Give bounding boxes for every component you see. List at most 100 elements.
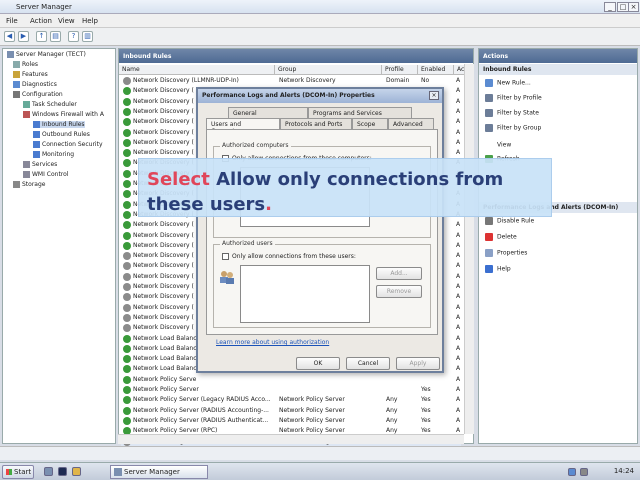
tree-label: Windows Firewall with A [32, 111, 104, 118]
action-properties[interactable]: Properties [485, 249, 527, 257]
action-filter-group[interactable]: Filter by Group [485, 124, 541, 132]
action-label: Disable Rule [497, 217, 535, 225]
show-hide-tree-icon[interactable]: ▤ [50, 31, 61, 42]
actions-section-inbound[interactable]: Inbound Rules [479, 64, 637, 75]
action-disable-rule[interactable]: Disable Rule [485, 217, 534, 225]
tree-label: Services [32, 161, 58, 168]
add-button[interactable]: Add... [376, 267, 422, 280]
forward-icon[interactable]: ▶ [18, 31, 29, 42]
tab-scope[interactable]: Scope [352, 118, 388, 129]
action-help[interactable]: Help [485, 265, 511, 273]
rule-enabled-icon [123, 241, 131, 250]
rule-profile: Domain [386, 77, 410, 84]
rule-name: Network Discovery ( [133, 241, 194, 249]
volume-tray-icon[interactable] [580, 468, 588, 476]
rule-name: Network Discovery ( [133, 303, 194, 311]
tree-item-services[interactable]: Services [23, 161, 57, 168]
tree-item-connection-security[interactable]: Connection Security [33, 141, 103, 148]
ok-button[interactable]: OK [296, 357, 340, 370]
column-name[interactable]: Name [119, 65, 275, 75]
action-filter-state[interactable]: Filter by State [485, 109, 539, 117]
tab-programs-services[interactable]: Programs and Services [308, 107, 412, 118]
remove-button[interactable]: Remove [376, 285, 422, 298]
tree-item-diagnostics[interactable]: Diagnostics [13, 81, 57, 88]
window-title: Server Manager [16, 3, 72, 11]
rule-enabled: Yes [421, 416, 431, 424]
rule-enabled-icon [123, 159, 131, 168]
table-row[interactable]: Network Policy Server Yes A [121, 385, 461, 395]
explorer-icon[interactable] [72, 467, 81, 476]
tree-root[interactable]: Server Manager (TECT) [7, 51, 86, 58]
menu-file[interactable]: File [6, 17, 18, 25]
up-icon[interactable]: ↑ [36, 31, 47, 42]
action-view[interactable]: View [485, 141, 511, 149]
table-row[interactable]: Network Policy Server (RADIUS Accounting… [121, 406, 461, 416]
storage-icon [13, 181, 20, 188]
rule-action: A [456, 87, 461, 95]
authorized-computers-label: Authorized computers [220, 142, 291, 149]
rule-enabled-icon [123, 406, 131, 415]
tree-label: Connection Security [42, 141, 103, 148]
tree-item-firewall[interactable]: Windows Firewall with A [23, 111, 104, 118]
server-manager-icon [114, 468, 122, 476]
dialog-close-button[interactable]: × [429, 91, 439, 100]
help-icon[interactable]: ? [68, 31, 79, 42]
users-checkbox[interactable] [222, 253, 229, 260]
rule-action: A [456, 107, 461, 115]
rule-disabled-icon [123, 262, 131, 271]
rule-name: Network Discovery ( [133, 283, 194, 290]
back-icon[interactable]: ◀ [4, 31, 15, 42]
action-delete[interactable]: Delete [485, 233, 517, 241]
learn-more-link[interactable]: Learn more about using authorization [216, 339, 329, 346]
close-button[interactable]: × [628, 2, 639, 12]
column-enabled[interactable]: Enabled [418, 65, 454, 75]
rule-name: Network Load Balanc [133, 344, 197, 352]
minimize-button[interactable]: _ [604, 2, 616, 12]
action-filter-profile[interactable]: Filter by Profile [485, 94, 542, 102]
tab-general[interactable]: General [228, 107, 308, 118]
server-manager-quicklaunch-icon[interactable] [44, 467, 53, 476]
tab-protocols-ports[interactable]: Protocols and Ports [280, 118, 352, 129]
rule-group: Network Policy Server [279, 416, 345, 424]
tree-item-wmi-control[interactable]: WMI Control [23, 171, 68, 178]
table-row[interactable]: Network Discovery (LLMNR-UDP-In) Network … [121, 76, 461, 86]
tree-item-outbound-rules[interactable]: Outbound Rules [33, 131, 90, 138]
users-list[interactable] [240, 265, 370, 323]
apply-button[interactable]: Apply [396, 357, 440, 370]
column-group[interactable]: Group [275, 65, 382, 75]
tree-item-roles[interactable]: Roles [13, 61, 38, 68]
menu-view[interactable]: View [58, 17, 75, 25]
rule-enabled-icon [123, 334, 131, 343]
cancel-button[interactable]: Cancel [346, 357, 390, 370]
tree-label: Monitoring [42, 151, 75, 158]
menu-help[interactable]: Help [82, 17, 98, 25]
tree-item-configuration[interactable]: Configuration [13, 91, 63, 98]
table-row[interactable]: Network Policy Serve A [121, 375, 461, 385]
vertical-scrollbar[interactable] [464, 64, 474, 434]
start-button[interactable]: Start [2, 465, 34, 479]
disable-icon [485, 217, 493, 225]
taskbar-server-manager[interactable]: Server Manager [110, 465, 208, 479]
network-tray-icon[interactable] [568, 468, 576, 476]
horizontal-scrollbar[interactable] [118, 434, 464, 444]
help-icon [485, 265, 493, 273]
tree-item-monitoring[interactable]: Monitoring [33, 151, 74, 158]
tab-advanced[interactable]: Advanced [388, 118, 434, 129]
rule-name: Network Discovery ( [133, 107, 194, 115]
powershell-icon[interactable] [58, 467, 67, 476]
outbound-rules-icon [33, 131, 40, 138]
table-row[interactable]: Network Policy Server (Legacy RADIUS Acc… [121, 395, 461, 405]
menu-action[interactable]: Action [30, 17, 52, 25]
tree-item-task-scheduler[interactable]: Task Scheduler [23, 101, 77, 108]
rule-enabled-icon [123, 169, 131, 178]
rule-enabled-icon [123, 128, 131, 137]
tree-item-features[interactable]: Features [13, 71, 48, 78]
tree-item-storage[interactable]: Storage [13, 181, 45, 188]
column-profile[interactable]: Profile [382, 65, 418, 75]
table-row[interactable]: Network Policy Server (RADIUS Authentica… [121, 416, 461, 426]
tree-item-inbound-rules[interactable]: Inbound Rules [33, 121, 85, 128]
rule-name: Network Discovery ( [133, 97, 194, 105]
properties-icon[interactable]: ▥ [82, 31, 93, 42]
rule-action: A [456, 272, 461, 280]
action-new-rule[interactable]: New Rule... [485, 79, 531, 87]
